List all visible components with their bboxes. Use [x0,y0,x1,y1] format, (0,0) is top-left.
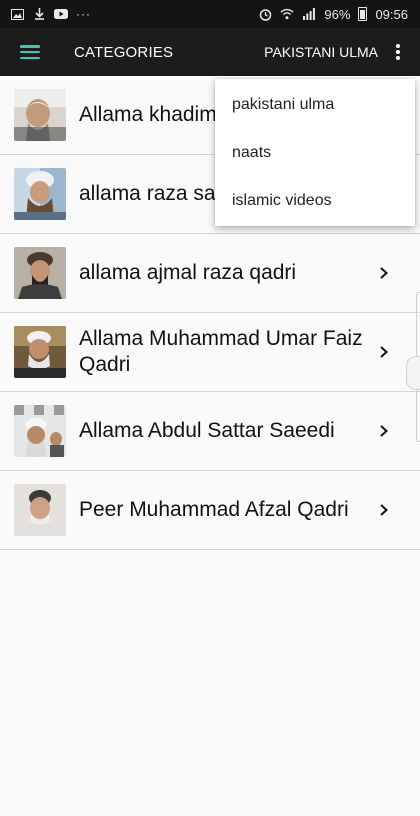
list-item-label: Allama Muhammad Umar Faiz Qadri [79,327,363,376]
download-icon [32,8,46,20]
menu-icon[interactable] [20,45,40,59]
category-action-button[interactable]: PAKISTANI ULMA [264,44,378,60]
list-item[interactable]: allama ajmal raza qadri [0,234,420,313]
alarm-icon [258,8,272,21]
list-item-label: Allama Abdul Sattar Saeedi [79,419,335,442]
menu-item-islamic-videos[interactable]: islamic videos [215,177,415,225]
chevron-right-icon [380,504,388,516]
list-item[interactable]: Allama Abdul Sattar Saeedi [0,392,420,471]
status-time: 09:56 [375,6,408,22]
battery-icon [358,7,368,21]
status-bar: ··· 96% 09:56 [0,0,420,28]
chevron-right-icon [380,425,388,437]
menu-item-pakistani-ulma[interactable]: pakistani ulma [215,81,415,129]
thumbnail-image [14,247,66,299]
status-right: 96% 09:56 [258,7,408,22]
list-item-label: Peer Muhammad Afzal Qadri [79,498,349,521]
list-item[interactable]: Allama Muhammad Umar Faiz Qadri [0,313,420,392]
image-icon [10,8,24,20]
thumbnail-image [14,326,66,378]
signal-icon [302,8,316,20]
app-title: CATEGORIES [74,43,174,61]
overflow-menu: pakistani ulma naats islamic videos [215,79,415,226]
menu-item-naats[interactable]: naats [215,129,415,177]
battery-percent: 96% [324,6,351,22]
edge-panel-knob[interactable] [406,356,420,390]
status-overflow-dots: ··· [76,7,91,21]
chevron-right-icon [380,267,388,279]
thumbnail-image [14,405,66,457]
more-vert-icon[interactable] [388,42,408,62]
list-item[interactable]: Peer Muhammad Afzal Qadri [0,471,420,550]
thumbnail-image [14,168,66,220]
thumbnail-image [14,484,66,536]
wifi-icon [280,8,294,20]
chevron-right-icon [380,346,388,358]
list-item-label: allama ajmal raza qadri [79,261,297,284]
status-left: ··· [10,7,91,21]
youtube-icon [54,8,68,20]
app-bar: CATEGORIES PAKISTANI ULMA [0,28,420,76]
thumbnail-image [14,89,66,141]
